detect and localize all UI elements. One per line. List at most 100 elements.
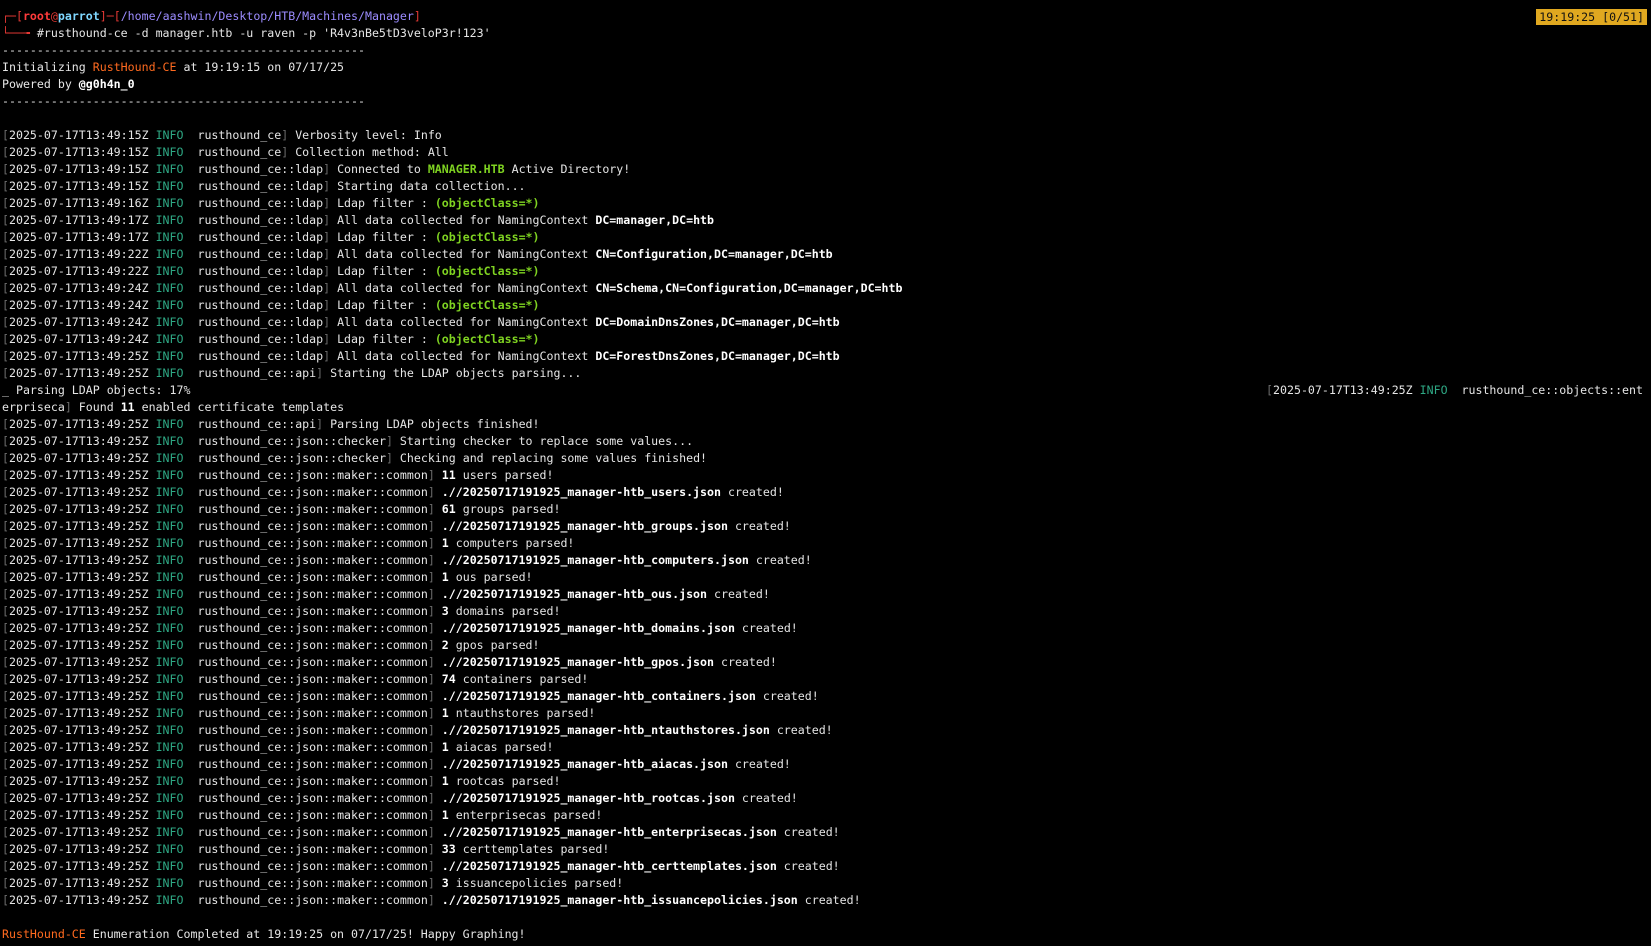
log-module: rusthound_ce::json::maker::common: [197, 757, 428, 771]
log-message-tail: created!: [720, 485, 784, 499]
log-module: rusthound_ce::api: [197, 366, 317, 380]
log-line: [2025-07-17T13:49:24Z INFO rusthound_ce:…: [2, 332, 540, 346]
log-message: Ldap filter :: [337, 298, 435, 312]
log-module: rusthound_ce::json::maker::common: [197, 774, 428, 788]
log-module: rusthound_ce::json::maker::common: [197, 825, 428, 839]
log-highlight: .//20250717191925_manager-htb_aiacas.jso…: [441, 757, 728, 771]
log-line: [2025-07-17T13:49:25Z INFO rusthound_ce:…: [2, 706, 596, 720]
command-line[interactable]: └──╼ #rusthound-ce -d manager.htb -u rav…: [2, 25, 1647, 42]
log-message-tail: created!: [727, 519, 791, 533]
log-level: INFO: [155, 298, 184, 312]
log-line: [2025-07-17T13:49:25Z INFO rusthound_ce:…: [2, 417, 540, 431]
log-highlight: 1: [441, 808, 449, 822]
log-message-tail: created!: [797, 893, 861, 907]
log-highlight: 1: [441, 706, 449, 720]
banner-powered: Powered by @g0h4n_0: [2, 76, 1647, 93]
log-timestamp: 2025-07-17T13:49:15Z: [8, 145, 149, 159]
log-message-tail: domains parsed!: [448, 604, 561, 618]
prompt-host: parrot: [57, 9, 100, 23]
log-module: rusthound_ce: [197, 128, 282, 142]
log-highlight: 11: [441, 468, 456, 482]
log-timestamp: 2025-07-17T13:49:24Z: [8, 298, 149, 312]
log-message-tail: computers parsed!: [448, 536, 575, 550]
log-highlight: CN=Schema,CN=Configuration,DC=manager,DC…: [595, 281, 903, 295]
log-message-tail: groups parsed!: [455, 502, 561, 516]
log-line: [2025-07-17T13:49:22Z INFO rusthound_ce:…: [2, 247, 833, 261]
log-level: INFO: [155, 689, 184, 703]
log-level: INFO: [155, 536, 184, 550]
log-message: Starting checker to replace some values.…: [399, 434, 694, 448]
log-line: [2025-07-17T13:49:25Z INFO rusthound_ce:…: [2, 655, 777, 669]
log-level: INFO: [155, 655, 184, 669]
log-timestamp: 2025-07-17T13:49:25Z: [8, 842, 149, 856]
log-module: rusthound_ce::json::maker::common: [197, 893, 428, 907]
log-message: All data collected for NamingContext: [337, 281, 596, 295]
log-level: INFO: [155, 128, 184, 142]
log-timestamp: 2025-07-17T13:49:25Z: [8, 502, 149, 516]
log-line: [2025-07-17T13:49:25Z INFO rusthound_ce:…: [2, 825, 840, 839]
log-level: INFO: [155, 162, 184, 176]
log-line: [2025-07-17T13:49:25Z INFO rusthound_ce:…: [2, 740, 554, 754]
log-level: INFO: [155, 876, 184, 890]
log-module: rusthound_ce::ldap: [197, 247, 324, 261]
log-level: INFO: [155, 451, 184, 465]
log-module: rusthound_ce::json::maker::common: [197, 485, 428, 499]
footer-tool-name: RustHound-CE: [2, 927, 86, 941]
log-highlight: .//20250717191925_manager-htb_issuancepo…: [441, 893, 798, 907]
log-level: INFO: [155, 196, 184, 210]
log-timestamp: 2025-07-17T13:49:25Z: [8, 638, 149, 652]
terminal-window[interactable]: ┌─[root@parrot]─[/home/aashwin/Desktop/H…: [2, 8, 1647, 943]
log-timestamp: 2025-07-17T13:49:25Z: [8, 451, 149, 465]
log-line: [2025-07-17T13:49:25Z INFO rusthound_ce:…: [2, 876, 624, 890]
log-message: Checking and replacing some values finis…: [399, 451, 708, 465]
log-highlight: MANAGER.HTB: [427, 162, 505, 176]
log-line: [2025-07-17T13:49:25Z INFO rusthound_ce:…: [2, 434, 694, 448]
log-level: INFO: [155, 604, 184, 618]
status-clock: 19:19:25 [0/51]: [1536, 9, 1647, 25]
log-line: [2025-07-17T13:49:25Z INFO rusthound_ce:…: [2, 451, 708, 465]
log-module: rusthound_ce: [197, 145, 282, 159]
log-timestamp: 2025-07-17T13:49:25Z: [8, 553, 149, 567]
log-timestamp: 2025-07-17T13:49:25Z: [8, 740, 149, 754]
log-message-tail: created!: [734, 621, 798, 635]
log-highlight: 1: [441, 774, 449, 788]
log-level: INFO: [155, 859, 184, 873]
log-level: INFO: [155, 281, 184, 295]
log-module: rusthound_ce::json::maker::common: [197, 706, 428, 720]
log-timestamp: 2025-07-17T13:49:25Z: [8, 570, 149, 584]
log-level: INFO: [155, 791, 184, 805]
log-line: [2025-07-17T13:49:25Z INFO rusthound_ce:…: [2, 604, 561, 618]
log-line: [2025-07-17T13:49:25Z INFO rusthound_ce:…: [2, 808, 603, 822]
log-message: Parsing LDAP objects finished!: [330, 417, 540, 431]
command-text[interactable]: rusthound-ce -d manager.htb -u raven -p …: [44, 26, 491, 40]
log-module: rusthound_ce::ldap: [197, 213, 324, 227]
log-level: INFO: [155, 723, 184, 737]
log-timestamp: 2025-07-17T13:49:25Z: [8, 655, 149, 669]
log-module: rusthound_ce::json::maker::common: [197, 655, 428, 669]
log-line: [2025-07-17T13:49:25Z INFO rusthound_ce:…: [2, 842, 610, 856]
prompt-line: ┌─[root@parrot]─[/home/aashwin/Desktop/H…: [2, 9, 421, 23]
log-message-tail: Active Directory!: [504, 162, 631, 176]
log-timestamp: 2025-07-17T13:49:25Z: [8, 893, 149, 907]
log-message: Connected to: [337, 162, 428, 176]
log-message-tail: certtemplates parsed!: [455, 842, 610, 856]
log-block: [2025-07-17T13:49:25Z INFO rusthound_ce:…: [2, 416, 1647, 909]
log-level: INFO: [155, 502, 184, 516]
log-highlight: .//20250717191925_manager-htb_rootcas.js…: [441, 791, 735, 805]
log-level: INFO: [155, 179, 184, 193]
banner-powered-prefix: Powered by: [2, 77, 79, 91]
log-line: [2025-07-17T13:49:25Z INFO rusthound_ce:…: [2, 723, 833, 737]
log-timestamp: 2025-07-17T13:49:24Z: [8, 332, 149, 346]
log-message-tail: enterprisecas parsed!: [448, 808, 603, 822]
log-message: Starting the LDAP objects parsing...: [330, 366, 582, 380]
log-highlight: (objectClass=*): [434, 196, 540, 210]
log-message: Collection method: All: [295, 145, 449, 159]
log-line: [2025-07-17T13:49:25Z INFO rusthound_ce:…: [2, 468, 554, 482]
log-module: rusthound_ce::json::maker::common: [197, 638, 428, 652]
log-highlight: DC=ForestDnsZones,DC=manager,DC=htb: [595, 349, 840, 363]
log-module: rusthound_ce::ldap: [197, 230, 324, 244]
log-timestamp: 2025-07-17T13:49:15Z: [8, 179, 149, 193]
log-highlight: 33: [441, 842, 456, 856]
banner-init: Initializing RustHound-CE at 19:19:15 on…: [2, 59, 1647, 76]
log-level: INFO: [155, 366, 184, 380]
